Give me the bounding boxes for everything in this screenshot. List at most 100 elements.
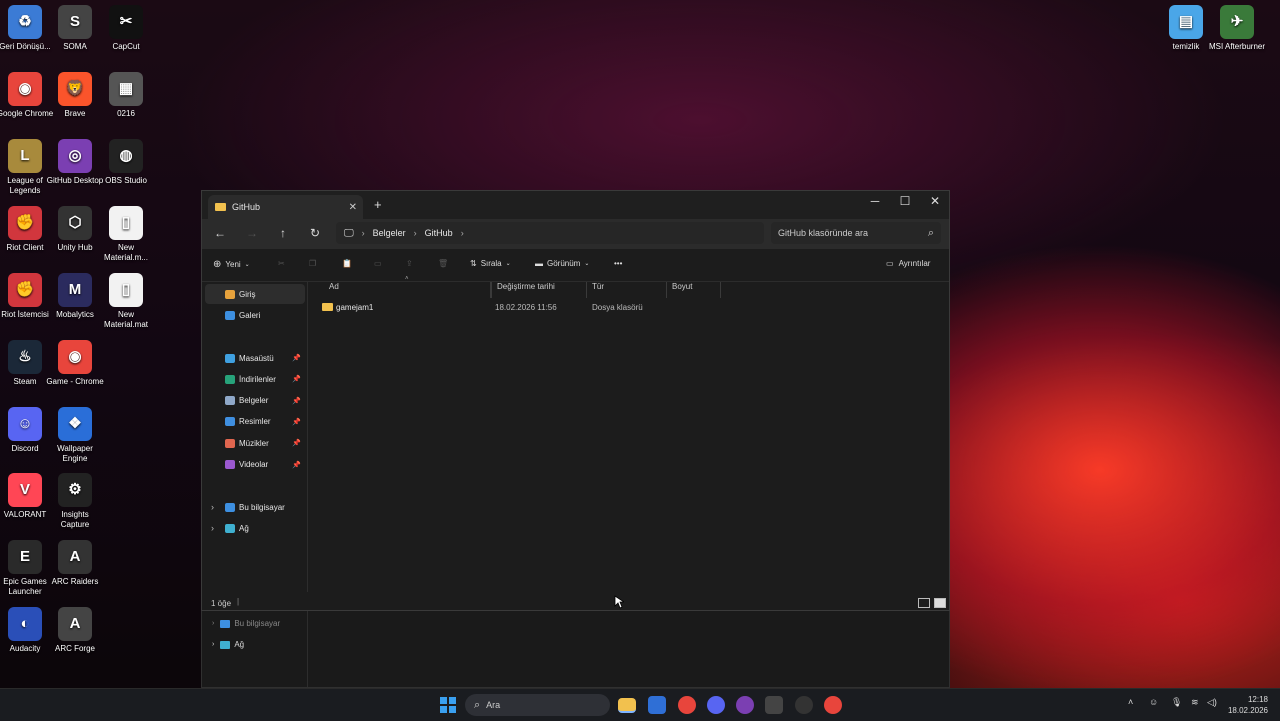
list-item[interactable]: gamejam1 18.02.2026 11:56 Dosya klasörü <box>316 302 936 318</box>
close-button[interactable]: ✕ <box>920 194 950 208</box>
details-view-icon[interactable] <box>918 598 930 608</box>
column-header-size[interactable]: Boyut <box>667 282 721 298</box>
status-divider: | <box>237 597 240 606</box>
sidebar-item[interactable]: › Ağ <box>205 518 305 538</box>
address-bar[interactable]: 🖵 › Belgeler › GitHub › <box>336 222 764 244</box>
microphone-icon[interactable]: 🎙 <box>1171 697 1182 708</box>
chevron-right-icon[interactable]: › <box>211 502 214 512</box>
sidebar-item[interactable]: Videolar 📌 <box>205 455 305 475</box>
desktop-icon[interactable]: ▦ 0216 <box>97 72 155 119</box>
sidebar-item[interactable]: İndirilenler 📌 <box>205 369 305 389</box>
search-input[interactable]: GitHub klasöründe ara <box>778 228 868 238</box>
discord-taskbar-icon[interactable] <box>707 696 725 714</box>
network-icon <box>220 640 231 649</box>
desktop-icon[interactable]: M Mobalytics <box>46 273 104 320</box>
sort-button[interactable]: ⇅ Sırala ⌄ <box>470 259 511 268</box>
minimize-button[interactable]: ─ <box>860 194 890 208</box>
github-desktop-taskbar-icon[interactable] <box>736 696 754 714</box>
tab-close-icon[interactable]: ✕ <box>349 202 357 213</box>
volume-icon[interactable]: ◁) <box>1207 697 1217 708</box>
desktop-icon[interactable]: ◎ GitHub Desktop <box>46 139 104 186</box>
sidebar-item[interactable]: Belgeler 📌 <box>205 391 305 411</box>
search-box[interactable]: GitHub klasöründe ara ⌕ <box>771 222 941 244</box>
desktop-icon[interactable]: ◉ Game - Chrome <box>46 340 104 387</box>
new-button[interactable]: ⊕ Yeni ⌄ <box>213 259 250 270</box>
cut-icon[interactable]: ✂ <box>278 259 285 268</box>
breadcrumb-github[interactable]: GitHub <box>425 228 453 238</box>
desktop-icon[interactable]: ⬡ Unity Hub <box>46 206 104 253</box>
desktop-icon[interactable]: ❖ Wallpaper Engine <box>46 407 104 464</box>
sidebar-item[interactable]: › Bu bilgisayar <box>205 497 305 517</box>
obs-taskbar-icon[interactable] <box>795 696 813 714</box>
desktop-icon-label: temizlik <box>1172 42 1200 51</box>
details-button[interactable]: ▭ Ayrıntılar <box>886 259 930 268</box>
desktop-icon[interactable]: ◍ OBS Studio <box>97 139 155 186</box>
tab-title: GitHub <box>232 202 261 212</box>
desktop-icon[interactable]: A ARC Forge <box>46 607 104 654</box>
show-hidden-icons-icon[interactable]: ˄ <box>1128 697 1133 707</box>
up-icon[interactable]: ↑ <box>274 226 292 240</box>
desktop-icon[interactable]: 🦁 Brave <box>46 72 104 119</box>
tab-github[interactable]: GitHub ✕ <box>208 195 363 219</box>
new-tab-button[interactable]: + <box>374 197 382 212</box>
column-header-name[interactable]: Ad <box>324 282 491 298</box>
taskbar-search[interactable]: ⌕ Ara <box>465 694 610 716</box>
file-explorer-window: GitHub ✕ + ─ ☐ ✕ ← → ↑ ↻ 🖵 › Belgeler › … <box>201 190 950 611</box>
wifi-icon[interactable]: ≋ <box>1191 697 1199 708</box>
clock[interactable]: 12:18 18.02.2026 <box>1226 694 1268 716</box>
sidebar-item[interactable]: Galeri <box>205 305 305 325</box>
app-icon: ♻ <box>8 5 42 39</box>
desktop-icon[interactable]: ✈ MSI Afterburner <box>1208 5 1266 52</box>
refresh-icon[interactable]: ↻ <box>306 226 324 240</box>
delete-icon[interactable]: 🗑 <box>438 259 448 268</box>
breadcrumb-belgeler[interactable]: Belgeler <box>373 228 406 238</box>
desktop-icon[interactable]: ▯ New Material.mat <box>97 273 155 330</box>
sidebar-item-label: Videolar <box>239 460 269 469</box>
paste-icon[interactable]: 📋 <box>342 259 352 268</box>
column-header-date[interactable]: Değiştirme tarihi <box>491 282 587 298</box>
sidebar-item[interactable]: Masaüstü 📌 <box>205 348 305 368</box>
breadcrumb-separator[interactable]: › <box>461 228 464 238</box>
desktop-icon[interactable]: S SOMA <box>46 5 104 52</box>
app-icon: V <box>8 473 42 507</box>
view-label: Görünüm <box>547 259 581 268</box>
tiles-view-icon[interactable] <box>934 598 946 608</box>
desktop-icon[interactable]: ▯ New Material.m... <box>97 206 155 263</box>
discord-tray-icon[interactable]: ☺ <box>1149 697 1158 707</box>
view-button[interactable]: ▬ Görünüm ⌄ <box>535 259 589 268</box>
rename-icon[interactable]: ▭ <box>374 259 382 268</box>
more-options-icon[interactable]: ••• <box>614 259 622 268</box>
copy-icon[interactable]: ❐ <box>309 259 316 268</box>
column-header-type[interactable]: Tür <box>587 282 667 298</box>
pin-icon: 📌 <box>292 397 301 405</box>
file-list: ˄ Ad Değiştirme tarihi Tür Boyut gamejam… <box>308 276 949 592</box>
back-icon[interactable]: ← <box>211 226 229 240</box>
sidebar-item[interactable]: Müzikler 📌 <box>205 433 305 453</box>
chrome-taskbar-icon[interactable] <box>678 696 696 714</box>
unity-hub-taskbar-icon[interactable] <box>765 696 783 714</box>
sidebar-item[interactable]: Resimler 📌 <box>205 412 305 432</box>
desktop-icon[interactable]: ⚙ Insights Capture <box>46 473 104 530</box>
ghost-item-this-pc: › Bu bilgisayar <box>212 619 280 628</box>
maximize-button[interactable]: ☐ <box>890 194 920 208</box>
desktop-icon[interactable]: ✂ CapCut <box>97 5 155 52</box>
forward-icon[interactable]: → <box>243 226 261 240</box>
sidebar-item[interactable]: Giriş <box>205 284 305 304</box>
desktop-icon[interactable]: A ARC Raiders <box>46 540 104 587</box>
file-explorer-taskbar-icon[interactable] <box>618 698 636 713</box>
share-icon[interactable]: ⇪ <box>406 259 413 268</box>
item-count: 1 öğe <box>211 599 232 608</box>
desktop-icon-label: Brave <box>64 109 86 118</box>
app-icon: ⬡ <box>58 206 92 240</box>
app-icon: S <box>58 5 92 39</box>
store-taskbar-icon[interactable] <box>648 696 666 714</box>
start-button[interactable] <box>439 696 457 714</box>
sidebar-item-label: Masaüstü <box>239 353 274 363</box>
chrome-game-taskbar-icon[interactable] <box>824 696 842 714</box>
monitor-icon: 🖵 <box>344 227 354 239</box>
pin-icon: 📌 <box>292 440 301 448</box>
chevron-right-icon[interactable]: › <box>211 523 214 533</box>
breadcrumb-separator: › <box>413 228 417 238</box>
desktop-icon[interactable]: ▤ temizlik <box>1157 5 1215 52</box>
folder-icon <box>322 303 333 311</box>
